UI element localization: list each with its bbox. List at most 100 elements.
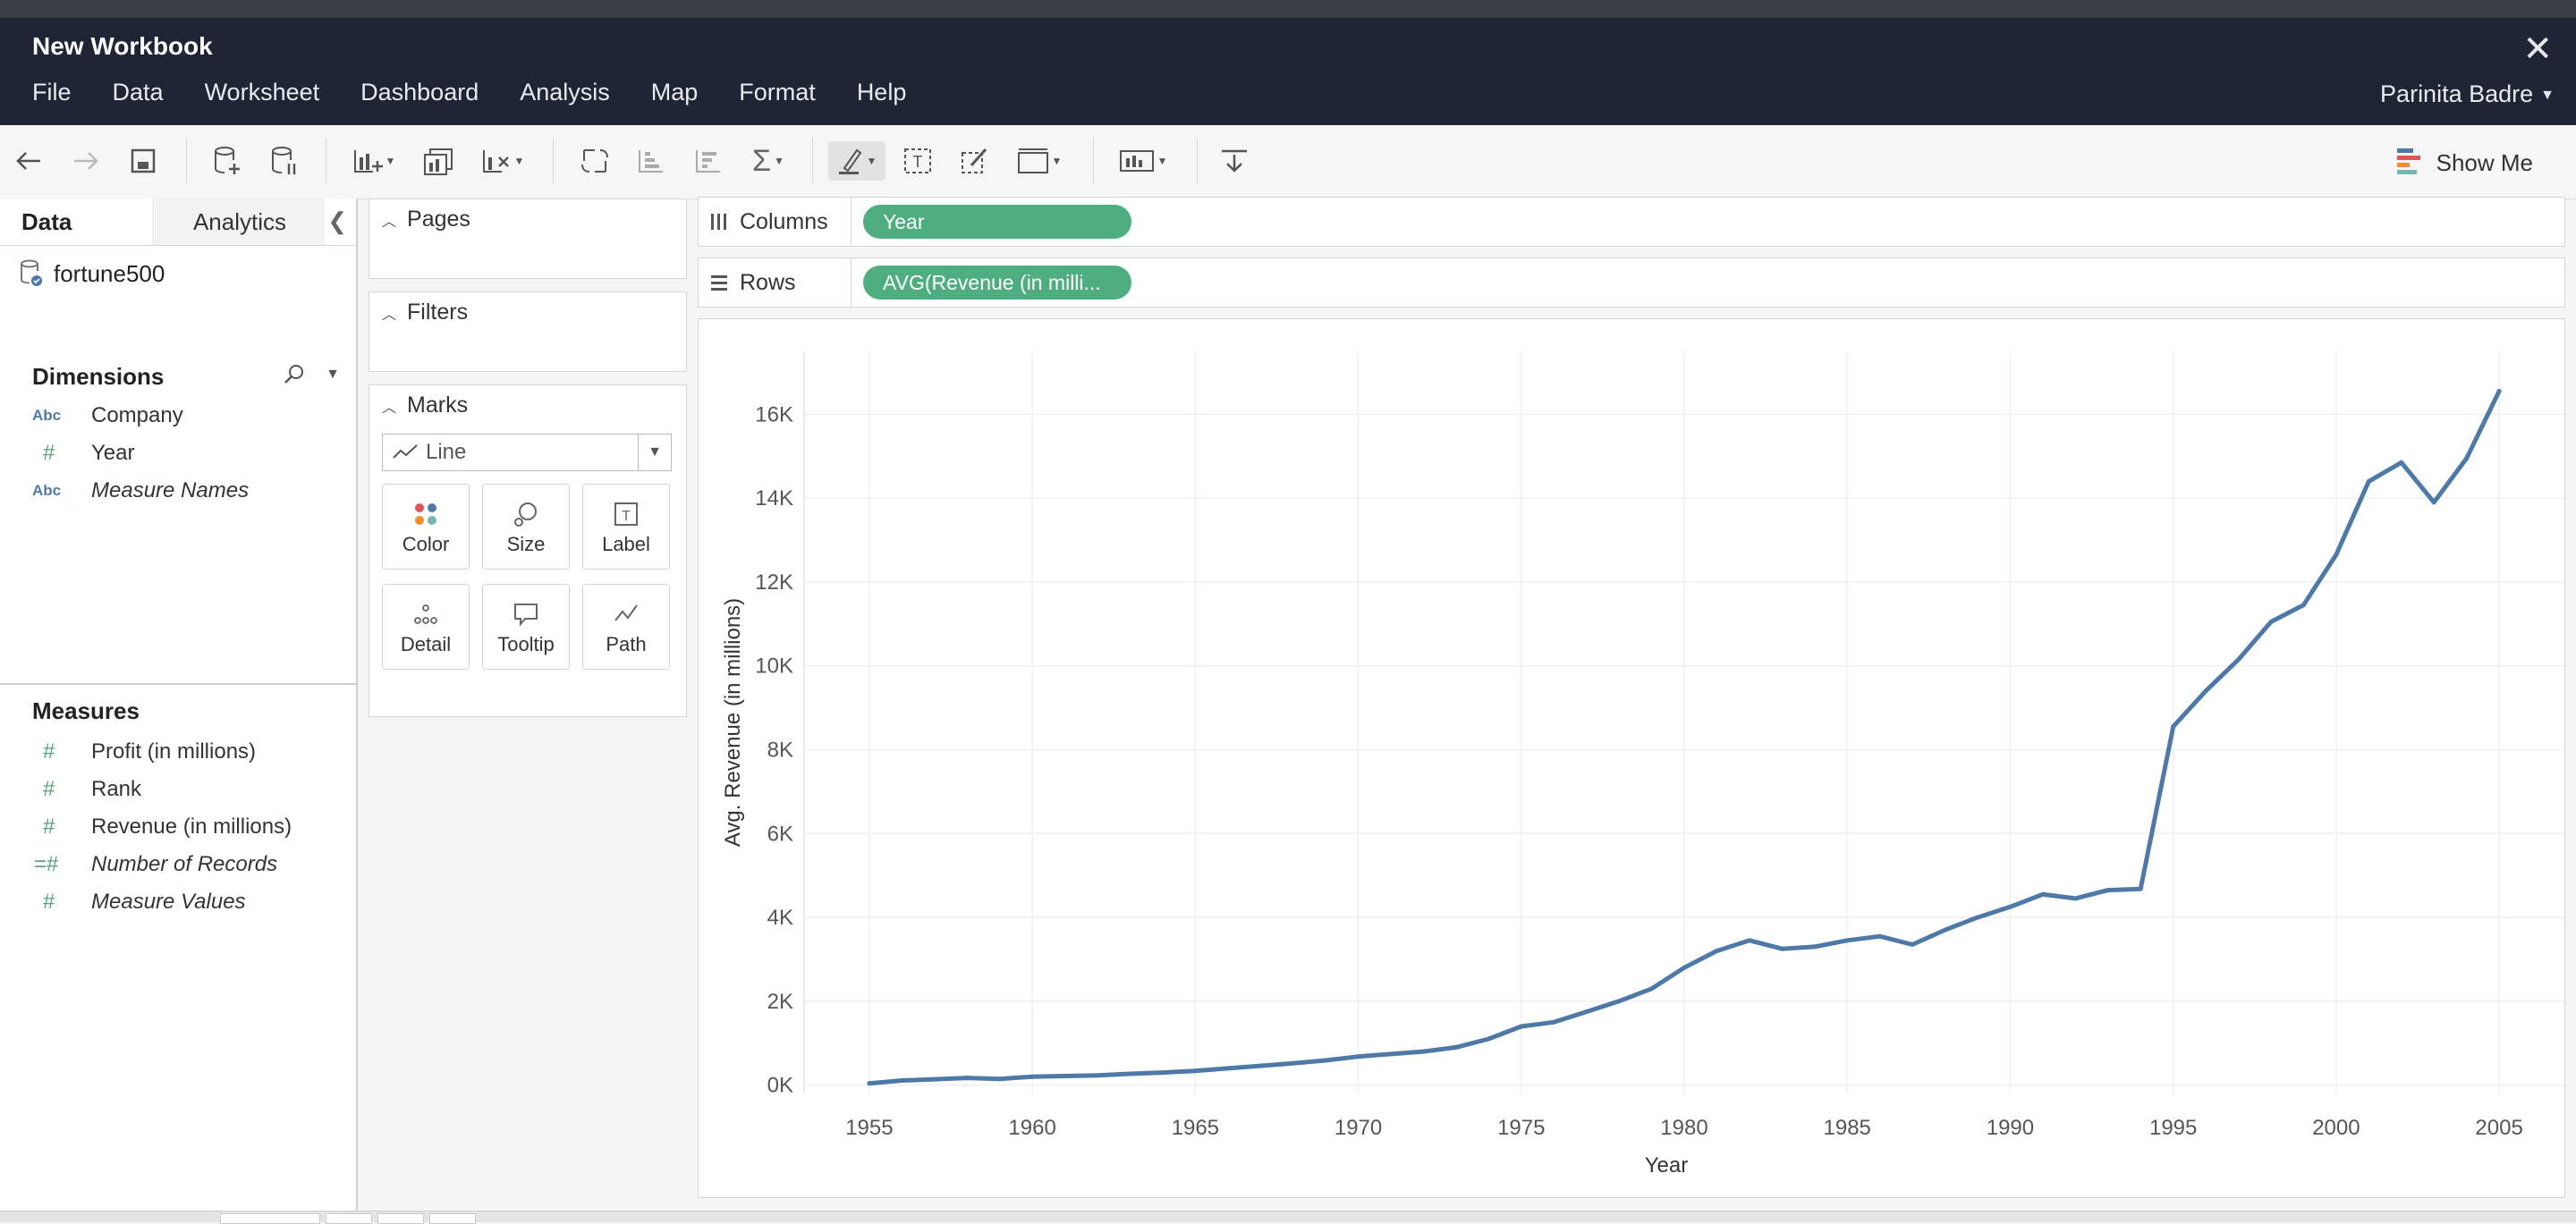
field-revenue[interactable]: # Revenue (in millions) — [32, 810, 292, 844]
data-point — [2138, 886, 2143, 891]
collapse-pane-icon[interactable]: ❮ — [327, 207, 347, 235]
data-point — [1095, 1073, 1100, 1078]
data-point — [964, 1076, 970, 1081]
chevron-down-icon[interactable]: ▼ — [326, 367, 340, 383]
sheet-tab[interactable] — [220, 1213, 320, 1224]
dimensions-header: Dimensions — [32, 363, 165, 390]
highlight-icon[interactable]: ▼ — [828, 141, 886, 181]
mark-type-dropdown[interactable]: Line ▼ — [382, 434, 672, 471]
swap-rows-columns-icon[interactable] — [576, 141, 615, 181]
tab-analytics[interactable]: Analytics — [155, 198, 325, 245]
new-datasource-icon[interactable] — [208, 141, 247, 181]
field-profit[interactable]: # Profit (in millions) — [32, 735, 256, 769]
show-me-button[interactable]: Show Me — [2395, 145, 2533, 181]
new-story-tab[interactable] — [429, 1213, 476, 1224]
field-year[interactable]: # Year — [32, 436, 135, 470]
sort-descending-icon[interactable] — [689, 141, 728, 181]
toolbar: ▼ ▼ Σ ▼ ▼ T ▼ ▼ Show Me — [0, 125, 2576, 199]
format-workbook-icon[interactable] — [955, 141, 995, 181]
data-point — [932, 1076, 937, 1082]
rows-icon — [711, 275, 727, 291]
field-name: Revenue (in millions) — [91, 815, 292, 839]
calculated-number-icon: =# — [34, 852, 59, 876]
chevron-up-icon[interactable]: ︿ — [382, 302, 396, 324]
totals-sigma-icon[interactable]: Σ ▼ — [746, 141, 791, 181]
string-type-icon: Abc — [32, 482, 62, 499]
field-company[interactable]: Abc Company — [32, 399, 183, 433]
label-label: Label — [602, 533, 650, 555]
rows-shelf[interactable]: Rows AVG(Revenue (in milli... — [698, 257, 2565, 308]
color-button[interactable]: Color — [382, 484, 470, 570]
pages-card[interactable]: ︿ Pages — [369, 198, 687, 279]
x-tick-label: 1965 — [1172, 1116, 1219, 1140]
download-icon[interactable] — [1215, 141, 1254, 181]
x-tick-label: 1990 — [1987, 1116, 2034, 1140]
forward-arrow-icon[interactable] — [66, 141, 106, 181]
menu-format[interactable]: Format — [739, 79, 816, 114]
line-chart[interactable]: 0K 2K 4K 6K 8K 10K 12K 14K 16K 1955 1960 1965 1970 19… — [699, 319, 2564, 1197]
sort-ascending-icon[interactable] — [631, 141, 671, 181]
filters-card[interactable]: ︿ Filters — [369, 291, 687, 372]
data-point — [1584, 1009, 1589, 1015]
close-icon[interactable]: ✕ — [2522, 29, 2553, 70]
data-point — [2236, 657, 2241, 663]
menu-analysis[interactable]: Analysis — [520, 79, 610, 114]
data-point — [2040, 891, 2046, 897]
x-tick-label: 1985 — [1824, 1116, 1871, 1140]
columns-shelf[interactable]: Columns Year — [698, 197, 2565, 247]
field-rank[interactable]: # Rank — [32, 772, 141, 806]
menu-data[interactable]: Data — [113, 79, 164, 114]
x-tick-label: 1960 — [1008, 1116, 1055, 1140]
menu-map[interactable]: Map — [651, 79, 699, 114]
filters-label: Filters — [407, 300, 469, 325]
pane-divider[interactable] — [0, 683, 356, 685]
save-icon[interactable] — [123, 141, 163, 181]
path-button[interactable]: Path — [582, 584, 670, 670]
tab-data[interactable]: Data — [0, 198, 154, 245]
data-point — [1682, 965, 1687, 970]
field-measure-names[interactable]: Abc Measure Names — [32, 474, 249, 508]
size-button[interactable]: Size — [482, 484, 570, 570]
datasource-icon — [21, 259, 42, 286]
measures-header: Measures — [32, 697, 140, 724]
data-point — [1291, 1060, 1296, 1066]
fit-width-icon[interactable]: ▼ — [1011, 141, 1068, 181]
datasource-item[interactable]: fortune500 — [20, 259, 165, 288]
new-worksheet-icon[interactable]: ▼ — [347, 141, 401, 181]
y-tick-label: 0K — [767, 1074, 793, 1098]
new-sheet-tab[interactable] — [326, 1213, 372, 1224]
year-pill[interactable]: Year — [863, 205, 1131, 239]
search-icon[interactable] — [283, 363, 306, 386]
y-tick-label: 4K — [767, 906, 793, 930]
pause-updates-icon[interactable] — [265, 141, 304, 181]
tooltip-button[interactable]: Tooltip — [482, 584, 570, 670]
menu-file[interactable]: File — [32, 79, 72, 114]
field-name: Year — [91, 441, 135, 465]
detail-button[interactable]: Detail — [382, 584, 470, 670]
show-labels-icon[interactable]: T — [898, 141, 937, 181]
menu-help[interactable]: Help — [857, 79, 907, 114]
revenue-pill[interactable]: AVG(Revenue (in milli... — [863, 266, 1131, 300]
menu-dashboard[interactable]: Dashboard — [360, 79, 479, 114]
chevron-up-icon[interactable]: ︿ — [382, 209, 396, 231]
chevron-up-icon[interactable]: ︿ — [382, 395, 396, 417]
clear-sheet-icon[interactable]: ▼ — [476, 141, 530, 181]
menu-worksheet[interactable]: Worksheet — [205, 79, 320, 114]
user-menu[interactable]: Parinita Badre ▼ — [2380, 80, 2555, 108]
y-tick-label: 6K — [767, 822, 793, 846]
chevron-down-icon[interactable]: ▼ — [638, 435, 671, 470]
new-dashboard-tab[interactable] — [377, 1213, 424, 1224]
duplicate-sheet-icon[interactable] — [419, 141, 458, 181]
field-measure-values[interactable]: # Measure Values — [32, 885, 246, 919]
data-point — [2203, 688, 2208, 694]
shelf-separator — [851, 258, 852, 307]
y-axis-title: Avg. Revenue (in millions) — [721, 598, 745, 847]
data-point — [2301, 603, 2306, 608]
field-number-of-records[interactable]: =# Number of Records — [32, 848, 277, 882]
label-button[interactable]: T Label — [582, 484, 670, 570]
toolbar-separator — [812, 138, 813, 184]
tooltip-label: Tooltip — [497, 633, 555, 655]
presentation-mode-icon[interactable]: ▼ — [1113, 141, 1174, 181]
back-arrow-icon[interactable] — [9, 141, 48, 181]
svg-text:T: T — [622, 509, 631, 524]
